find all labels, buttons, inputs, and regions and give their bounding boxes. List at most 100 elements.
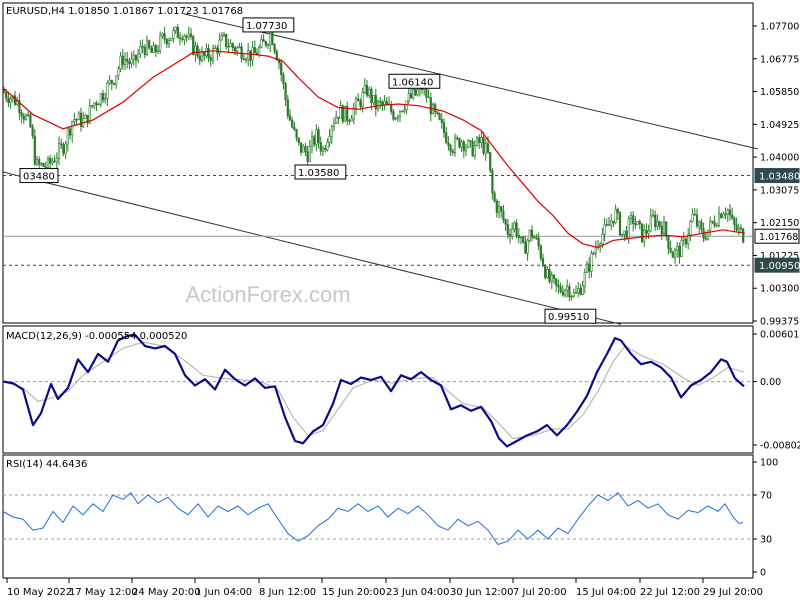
candle-body — [269, 32, 272, 46]
candle-body — [198, 55, 201, 61]
candle-body — [49, 157, 52, 164]
candle-body — [134, 54, 138, 61]
candle-body — [478, 137, 481, 143]
candle-body — [394, 117, 397, 120]
candle-body — [57, 143, 61, 159]
candle-body — [154, 45, 157, 53]
candle-body — [440, 119, 443, 123]
candle-body — [638, 221, 641, 225]
rsi-plot: 100 70 30 0 — [2, 458, 778, 579]
x-tick-label: 8 Jun 12:00 — [259, 587, 316, 598]
price-annotation-label: 1.03580 — [298, 168, 339, 179]
candle-body — [306, 151, 309, 162]
candle-body — [656, 221, 659, 227]
rsi-line — [2, 492, 744, 546]
candle-body — [321, 148, 325, 152]
candle-body — [152, 45, 155, 53]
candle-body — [308, 145, 311, 162]
candle-body — [242, 58, 245, 60]
candle-body — [671, 251, 674, 258]
candle-body — [385, 101, 388, 105]
candle-body — [203, 51, 206, 57]
macd-y-tick-label: 0.006018 — [760, 330, 800, 341]
candle-body — [156, 50, 160, 53]
candle-body — [438, 113, 441, 120]
candle-body — [473, 145, 476, 157]
candle-body — [511, 228, 514, 237]
candle-body — [629, 215, 633, 219]
macd-line — [2, 333, 745, 448]
candle-body — [390, 104, 393, 113]
price-annotation-label: 1.06140 — [392, 77, 433, 88]
candle-body — [229, 43, 232, 47]
candle-body — [139, 45, 142, 55]
candle-body — [165, 38, 168, 45]
candle-body — [273, 44, 276, 52]
candle-body — [123, 59, 127, 66]
price-y-tick-label: 1.07700 — [760, 22, 799, 33]
candle-body — [51, 160, 54, 164]
candle-body — [231, 43, 234, 49]
candle-body — [698, 221, 701, 227]
candle-body — [475, 137, 479, 146]
x-tick-label: 22 Jul 12:00 — [640, 587, 700, 598]
candle-body — [704, 237, 707, 240]
candle-body — [178, 37, 182, 40]
candle-body — [654, 214, 657, 227]
candle-body — [398, 110, 402, 118]
candle-body — [693, 213, 696, 216]
candle-body — [46, 157, 50, 168]
candle-body — [636, 221, 639, 225]
candle-body — [403, 109, 406, 112]
candle-body — [662, 221, 666, 234]
candle-body — [159, 35, 162, 52]
candle-body — [286, 99, 289, 117]
candle-body — [396, 116, 399, 119]
candle-body — [361, 92, 364, 107]
price-y-tick-label: 0.99375 — [760, 317, 799, 328]
candle-body — [669, 247, 672, 253]
candle-body — [75, 118, 78, 121]
x-tick-label: 30 Jun 12:00 — [450, 587, 514, 598]
candle-body — [137, 53, 140, 61]
candle-body — [115, 75, 118, 85]
macd-y-tick-label: -0.00802 — [760, 441, 800, 452]
candle-body — [29, 114, 32, 128]
candle-body — [60, 143, 63, 145]
candle-body — [207, 47, 210, 59]
candle-body — [665, 221, 668, 237]
candle-body — [352, 107, 355, 120]
candle-body — [348, 120, 351, 122]
candle-body — [236, 47, 239, 52]
candle-body — [407, 93, 410, 102]
candle-body — [684, 238, 688, 245]
candle-body — [401, 110, 404, 113]
candle-body — [335, 116, 338, 124]
candle-body — [581, 285, 584, 295]
rsi-y-tick-label: 0 — [760, 568, 766, 579]
candle-body — [363, 84, 366, 93]
candle-body — [7, 97, 10, 103]
candle-body — [563, 289, 567, 296]
candle-body — [372, 94, 375, 104]
candle-body — [493, 192, 496, 202]
candle-body — [528, 229, 531, 241]
candle-body — [726, 209, 729, 216]
candle-body — [187, 33, 190, 38]
candle-body — [35, 159, 39, 165]
candle-body — [2, 91, 6, 93]
candle-body — [176, 26, 179, 39]
x-tick-label: 7 Jul 20:00 — [513, 587, 567, 598]
candle-body — [517, 235, 520, 238]
candle-body — [673, 249, 677, 258]
candle-body — [539, 245, 542, 259]
x-tick-label: 1 Jun 04:00 — [195, 587, 252, 598]
candle-body — [649, 215, 652, 232]
candle-body — [332, 122, 336, 127]
candle-body — [489, 152, 492, 171]
candle-body — [689, 221, 692, 236]
candle-body — [354, 98, 358, 109]
candle-body — [55, 158, 58, 163]
candle-body — [172, 30, 175, 39]
candle-body — [297, 137, 300, 143]
